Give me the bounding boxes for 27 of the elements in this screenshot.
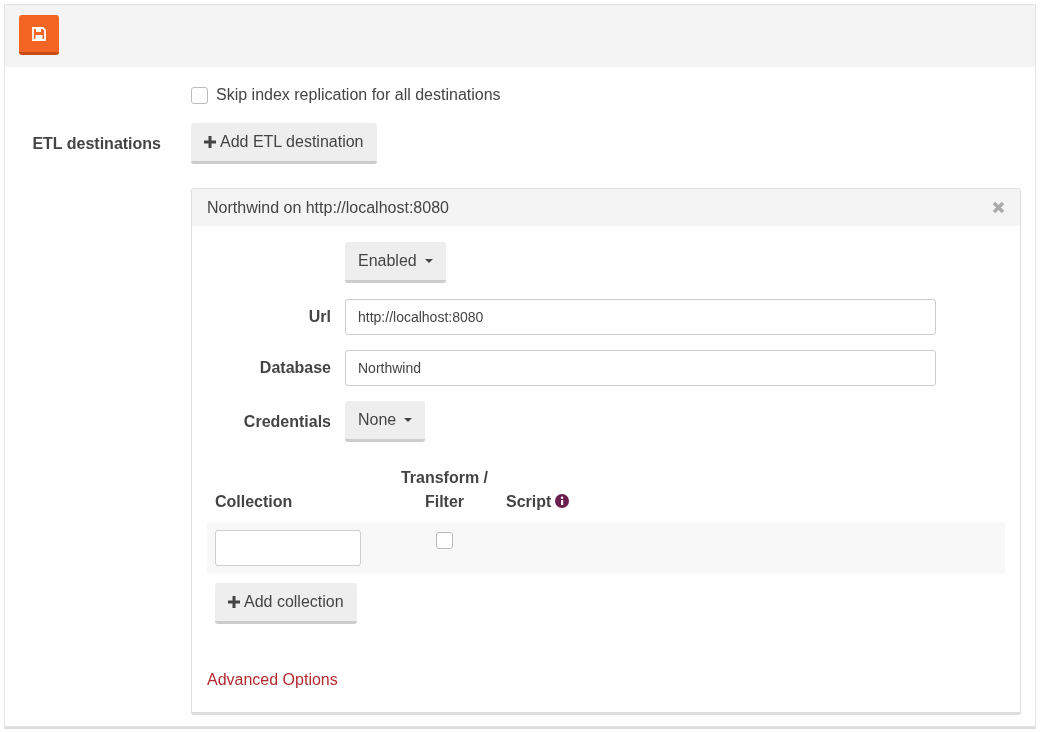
info-icon[interactable] bbox=[555, 494, 570, 508]
field-label: ETL destinations bbox=[31, 133, 161, 154]
plus-icon bbox=[228, 596, 240, 608]
credentials-dropdown[interactable]: None bbox=[345, 401, 426, 442]
save-icon bbox=[32, 26, 46, 41]
column-header: Collection bbox=[215, 493, 293, 510]
field-label: Credentials bbox=[242, 411, 331, 432]
close-icon[interactable] bbox=[992, 201, 1005, 214]
checkbox[interactable] bbox=[191, 86, 208, 104]
text-field[interactable]: http://localhost:8080 bbox=[345, 299, 936, 335]
field-label: Database bbox=[258, 358, 331, 378]
checkbox[interactable] bbox=[436, 532, 453, 549]
column-header: Script bbox=[506, 493, 552, 510]
add-destination-button[interactable]: Add ETL destination bbox=[191, 123, 377, 164]
advanced-options-link[interactable]: Advanced Options bbox=[207, 671, 338, 688]
text-field[interactable]: Northwind bbox=[345, 350, 936, 386]
status-dropdown[interactable]: Enabled bbox=[345, 242, 446, 283]
save-button[interactable] bbox=[19, 15, 59, 55]
caret-icon bbox=[404, 418, 413, 422]
destination-title: Northwind on http://localhost:8080 bbox=[207, 197, 449, 218]
field-label: Url bbox=[307, 307, 331, 327]
checkbox-label: Skip index replication for all destinations bbox=[216, 85, 501, 105]
caret-icon bbox=[424, 259, 433, 263]
collection-field[interactable] bbox=[215, 530, 361, 566]
column-header: Transform / Filter bbox=[400, 469, 489, 510]
add-collection-button[interactable]: Add collection bbox=[215, 583, 357, 624]
plus-icon bbox=[204, 136, 216, 148]
